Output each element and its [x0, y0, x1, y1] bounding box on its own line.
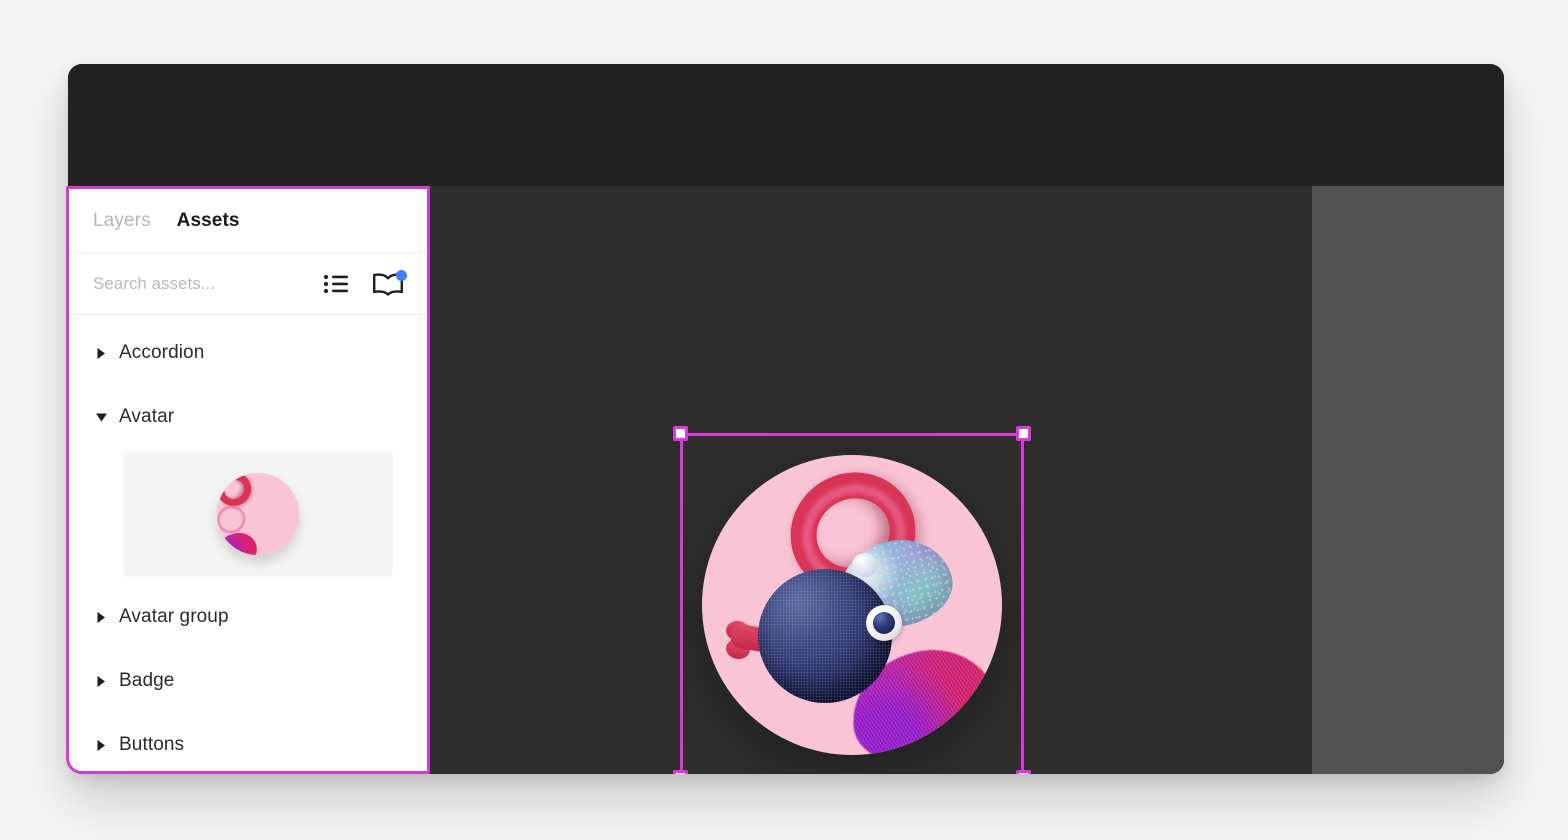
- resize-handle-bottom-right[interactable]: [1016, 770, 1031, 774]
- resize-handle-bottom-left[interactable]: [673, 770, 688, 774]
- search-input[interactable]: [93, 273, 323, 294]
- tab-layers[interactable]: Layers: [93, 210, 151, 232]
- chevron-right-icon[interactable]: [93, 347, 109, 360]
- asset-category-avatar[interactable]: Avatar: [69, 385, 427, 449]
- library-book-icon[interactable]: [371, 269, 407, 297]
- list-view-icon[interactable]: [323, 274, 349, 294]
- tab-assets[interactable]: Assets: [177, 210, 240, 232]
- search-row-icons: [323, 269, 407, 297]
- assets-panel: Layers Assets Search assets... Accordion…: [66, 186, 430, 774]
- window-titlebar: [68, 64, 1504, 186]
- thumb-fur: [217, 530, 259, 555]
- chevron-right-icon[interactable]: [93, 675, 109, 688]
- asset-thumbnail-card[interactable]: [123, 451, 393, 577]
- asset-category-label: Buttons: [119, 734, 185, 755]
- asset-category-avatar-group[interactable]: Avatar group: [69, 585, 427, 649]
- chevron-down-icon[interactable]: [93, 412, 109, 423]
- selection-edge-left: [680, 433, 683, 774]
- library-badge-dot: [396, 269, 407, 281]
- selection-edge-right: [1021, 433, 1024, 774]
- asset-category-label: Badge: [119, 670, 175, 691]
- asset-category-buttons[interactable]: Buttons: [69, 713, 427, 771]
- panel-tab-bar: Layers Assets: [69, 189, 427, 253]
- avatar-thumbnail[interactable]: [217, 473, 299, 555]
- resize-handle-top-left[interactable]: [673, 426, 688, 441]
- asset-category-label: Avatar: [119, 406, 175, 427]
- screenshot-root: Layers Assets Search assets... Accordion…: [0, 0, 1568, 840]
- chevron-right-icon[interactable]: [93, 739, 109, 752]
- selection-frame[interactable]: [673, 426, 1031, 774]
- asset-category-accordion[interactable]: Accordion: [69, 321, 427, 385]
- asset-category-badge[interactable]: Badge: [69, 649, 427, 713]
- search-row: [69, 253, 427, 315]
- asset-category-label: Avatar group: [119, 606, 229, 627]
- chevron-right-icon[interactable]: [93, 611, 109, 624]
- selection-edge-top: [680, 433, 1024, 436]
- resize-handle-top-right[interactable]: [1016, 426, 1031, 441]
- avatar-thumbnail-art: [217, 473, 299, 555]
- asset-category-list: Accordion Avatar Avatar group Badge Butt…: [69, 315, 427, 771]
- right-inspector-panel[interactable]: [1312, 186, 1504, 774]
- asset-category-label: Accordion: [119, 342, 205, 363]
